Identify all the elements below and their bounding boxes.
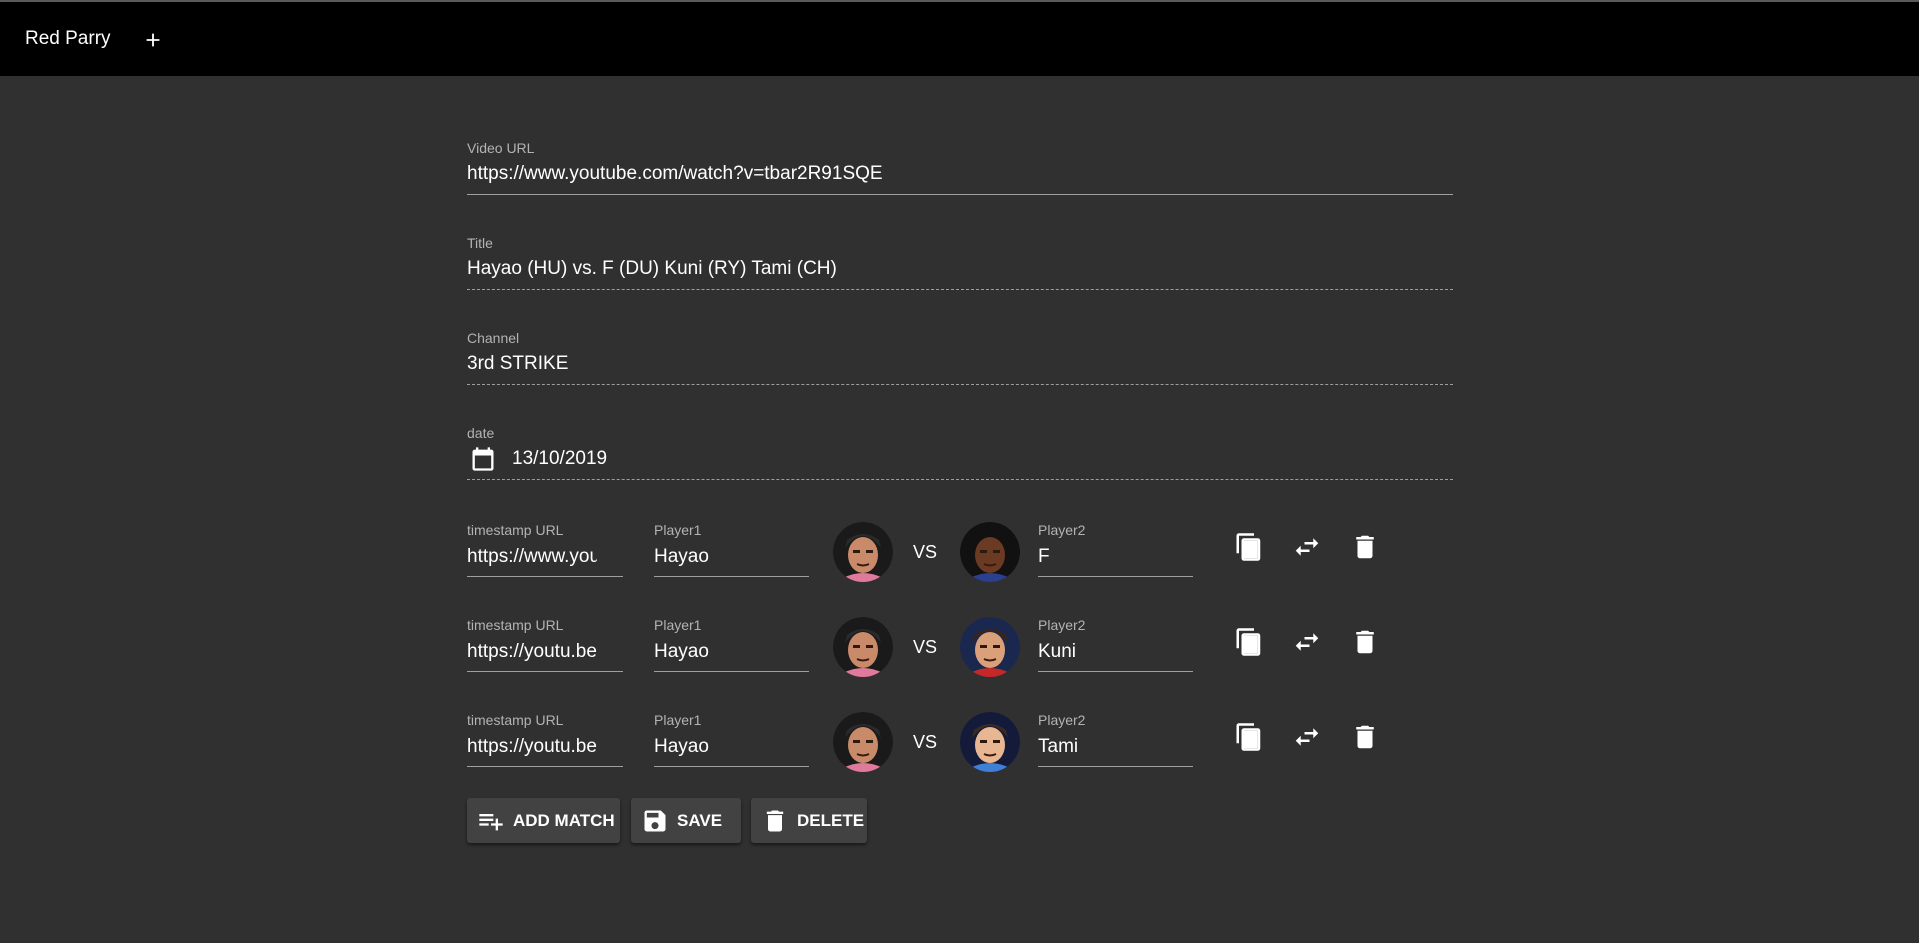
trash-icon[interactable] [1350, 722, 1380, 752]
player1-character-avatar[interactable] [833, 522, 893, 582]
title-underline [467, 289, 1453, 290]
player1-underline [654, 576, 809, 577]
vs-label: VS [913, 637, 938, 657]
player2-character-avatar[interactable] [960, 522, 1020, 582]
trash-icon[interactable] [1350, 627, 1380, 657]
channel-input[interactable]: 3rd STRIKE [467, 353, 568, 375]
calendar-icon[interactable] [469, 445, 497, 473]
title-input[interactable]: Hayao (HU) vs. F (DU) Kuni (RY) Tami (CH… [467, 258, 837, 280]
copy-icon[interactable] [1234, 627, 1264, 657]
timestamp-url-underline [467, 671, 623, 672]
match-row: timestamp URL https://www.youtube.com/wat… [467, 522, 1453, 592]
player1-input[interactable]: Hayao [654, 641, 709, 663]
date-label: date [467, 425, 495, 441]
channel-label: Channel [467, 330, 520, 346]
trash-icon[interactable] [1350, 532, 1380, 562]
trash-icon [766, 810, 784, 831]
swap-icon[interactable] [1292, 627, 1322, 657]
delete-label: DELETE [797, 810, 865, 830]
player1-character-avatar[interactable] [833, 712, 893, 772]
date-underline [467, 479, 1453, 480]
delete-button[interactable]: DELETE [751, 798, 867, 843]
channel-field[interactable]: Channel 3rd STRIKE [467, 330, 1453, 390]
player2-label: Player2 [1038, 712, 1086, 728]
timestamp-url-underline [467, 766, 623, 767]
player1-input[interactable]: Hayao [654, 546, 709, 568]
timestamp-url-input[interactable]: https://www.youtube.com/watch?v=tbar2R91… [467, 546, 597, 568]
player1-label: Player1 [654, 712, 702, 728]
player2-character-avatar[interactable] [960, 712, 1020, 772]
timestamp-url-label: timestamp URL [467, 617, 564, 633]
player2-label: Player2 [1038, 522, 1086, 538]
player2-underline [1038, 576, 1193, 577]
add-match-label: ADD MATCH [513, 810, 615, 830]
vs-label: VS [913, 732, 938, 752]
player2-underline [1038, 766, 1193, 767]
timestamp-url-label: timestamp URL [467, 712, 564, 728]
swap-icon[interactable] [1292, 722, 1322, 752]
swap-icon[interactable] [1292, 532, 1322, 562]
player1-underline [654, 766, 809, 767]
player2-input[interactable]: Tami [1038, 736, 1078, 758]
date-input[interactable]: 13/10/2019 [512, 448, 607, 470]
player1-label: Player1 [654, 522, 702, 538]
player1-underline [654, 671, 809, 672]
player2-label: Player2 [1038, 617, 1086, 633]
playlist-add-icon [479, 813, 503, 830]
floppy-icon [644, 810, 666, 831]
channel-underline [467, 384, 1453, 385]
timestamp-url-label: timestamp URL [467, 522, 564, 538]
player2-input[interactable]: F [1038, 546, 1050, 568]
save-button[interactable]: SAVE [631, 798, 741, 843]
copy-icon[interactable] [1234, 722, 1264, 752]
player2-underline [1038, 671, 1193, 672]
video-url-input[interactable]: https://www.youtube.com/watch?v=tbar2R91… [467, 163, 883, 185]
player1-label: Player1 [654, 617, 702, 633]
vs-label: VS [913, 542, 938, 562]
app-bar: Red Parry [0, 2, 1919, 76]
player2-input[interactable]: Kuni [1038, 641, 1076, 663]
timestamp-url-underline [467, 576, 623, 577]
title-label: Title [467, 235, 493, 251]
match-row: timestamp URL https://youtu.be/tbar2R91SQ… [467, 617, 1453, 687]
app-title: Red Parry [25, 28, 111, 49]
date-field[interactable]: date 13/10/2019 [467, 425, 1453, 485]
title-field[interactable]: Title Hayao (HU) vs. F (DU) Kuni (RY) Ta… [467, 235, 1453, 295]
save-label: SAVE [677, 810, 723, 830]
video-url-label: Video URL [467, 140, 535, 156]
match-row: timestamp URL https://youtu.be/tbar2R91SQ… [467, 712, 1453, 782]
timestamp-url-input[interactable]: https://youtu.be/tbar2R91SQE [467, 641, 597, 663]
player1-character-avatar[interactable] [833, 617, 893, 677]
video-url-field[interactable]: Video URL https://www.youtube.com/watch?… [467, 140, 1453, 200]
player1-input[interactable]: Hayao [654, 736, 709, 758]
player2-character-avatar[interactable] [960, 617, 1020, 677]
video-url-underline [467, 194, 1453, 195]
copy-icon[interactable] [1234, 532, 1264, 562]
add-match-button[interactable]: ADD MATCH [467, 798, 620, 843]
timestamp-url-input[interactable]: https://youtu.be/tbar2R91SQE [467, 736, 597, 758]
plus-icon[interactable] [142, 29, 164, 51]
